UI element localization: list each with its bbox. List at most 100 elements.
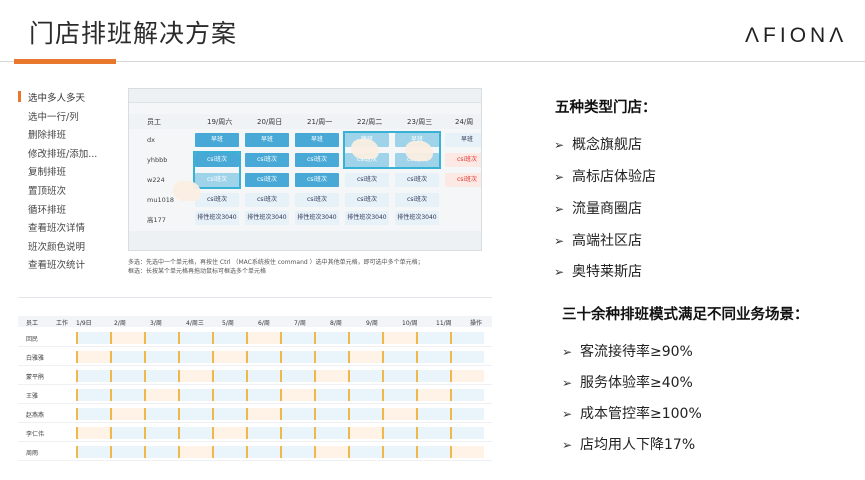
shift-cell[interactable] <box>348 332 382 344</box>
shift-cell[interactable]: csi班次 <box>245 173 289 187</box>
shift-cell[interactable] <box>144 332 178 344</box>
shift-cell[interactable]: 早班 <box>245 133 289 147</box>
shift-cell[interactable] <box>212 370 246 382</box>
shift-cell[interactable] <box>212 332 246 344</box>
shift-cell[interactable] <box>246 408 280 420</box>
shift-cell[interactable]: csi班次 <box>345 173 389 187</box>
shift-cell[interactable] <box>450 370 484 382</box>
shift-cell[interactable]: csi班次 <box>295 193 339 207</box>
shift-cell[interactable] <box>382 446 416 458</box>
shift-cell[interactable] <box>280 427 314 439</box>
shift-cell[interactable]: csi班次 <box>345 193 389 207</box>
shift-cell[interactable] <box>314 389 348 401</box>
shift-cell[interactable] <box>76 332 110 344</box>
shift-cell[interactable] <box>280 370 314 382</box>
shift-cell[interactable] <box>144 408 178 420</box>
shift-cell[interactable] <box>450 446 484 458</box>
shift-cell[interactable] <box>246 389 280 401</box>
shift-cell[interactable] <box>280 332 314 344</box>
shift-cell[interactable] <box>178 446 212 458</box>
menu-item-cycle[interactable]: 循环排班 <box>18 202 123 221</box>
shift-cell[interactable]: csi班次 <box>445 173 481 187</box>
shift-cell[interactable]: csi班次 <box>395 173 439 187</box>
shift-cell[interactable] <box>246 332 280 344</box>
shift-cell[interactable] <box>76 351 110 363</box>
shift-cell[interactable] <box>110 408 144 420</box>
shift-cell[interactable] <box>314 332 348 344</box>
shift-cell[interactable] <box>246 446 280 458</box>
shift-cell[interactable] <box>76 446 110 458</box>
shift-cell[interactable] <box>280 351 314 363</box>
shift-cell[interactable]: 排性班次3040 <box>195 211 239 225</box>
shift-cell[interactable] <box>212 446 246 458</box>
shift-cell[interactable] <box>212 351 246 363</box>
shift-cell[interactable] <box>348 351 382 363</box>
shift-cell[interactable]: csi班次 <box>395 193 439 207</box>
shift-cell[interactable] <box>382 427 416 439</box>
shift-cell[interactable]: csi班次 <box>445 153 481 167</box>
shift-cell[interactable] <box>348 370 382 382</box>
shift-cell[interactable]: 早班 <box>295 133 339 147</box>
menu-item-delete[interactable]: 删除排班 <box>18 127 123 146</box>
menu-item-pin[interactable]: 置顶班次 <box>18 183 123 202</box>
shift-cell[interactable] <box>110 351 144 363</box>
menu-item-details[interactable]: 查看班次详情 <box>18 220 123 239</box>
shift-cell[interactable] <box>246 370 280 382</box>
shift-cell[interactable] <box>212 427 246 439</box>
shift-cell[interactable]: csi班次 <box>295 153 339 167</box>
shift-cell[interactable] <box>382 332 416 344</box>
menu-item-colors[interactable]: 班次颜色说明 <box>18 239 123 258</box>
shift-cell[interactable] <box>348 408 382 420</box>
shift-cell[interactable] <box>76 370 110 382</box>
shift-cell[interactable]: 排性班次3040 <box>395 211 439 225</box>
shift-cell[interactable] <box>144 427 178 439</box>
shift-cell[interactable] <box>348 427 382 439</box>
shift-cell[interactable] <box>416 427 450 439</box>
shift-cell[interactable] <box>280 389 314 401</box>
shift-cell[interactable] <box>110 427 144 439</box>
shift-cell[interactable] <box>450 408 484 420</box>
shift-cell[interactable] <box>144 351 178 363</box>
shift-cell[interactable] <box>314 427 348 439</box>
shift-cell[interactable] <box>450 332 484 344</box>
shift-cell[interactable] <box>280 408 314 420</box>
shift-cell[interactable] <box>450 351 484 363</box>
shift-cell[interactable]: csi班次 <box>195 193 239 207</box>
shift-cell[interactable] <box>110 446 144 458</box>
shift-cell[interactable] <box>246 427 280 439</box>
shift-cell[interactable] <box>314 370 348 382</box>
shift-cell[interactable] <box>178 351 212 363</box>
shift-cell[interactable]: csi班次 <box>245 153 289 167</box>
shift-cell[interactable] <box>450 389 484 401</box>
shift-cell[interactable] <box>314 351 348 363</box>
shift-cell[interactable] <box>450 427 484 439</box>
shift-cell[interactable]: 排性班次3040 <box>245 211 289 225</box>
shift-cell[interactable] <box>348 389 382 401</box>
shift-cell[interactable] <box>76 427 110 439</box>
shift-cell[interactable] <box>212 389 246 401</box>
shift-cell[interactable] <box>280 446 314 458</box>
shift-cell[interactable] <box>212 408 246 420</box>
shift-cell[interactable]: 早班 <box>195 133 239 147</box>
shift-cell[interactable] <box>178 389 212 401</box>
menu-item-select-multi[interactable]: 选中多人多天 <box>18 90 123 109</box>
shift-cell[interactable] <box>314 446 348 458</box>
shift-cell[interactable] <box>144 370 178 382</box>
shift-cell[interactable] <box>178 408 212 420</box>
shift-cell[interactable] <box>178 427 212 439</box>
shift-cell[interactable] <box>110 370 144 382</box>
shift-cell[interactable] <box>382 389 416 401</box>
shift-cell[interactable] <box>110 389 144 401</box>
shift-cell[interactable] <box>178 332 212 344</box>
menu-item-select-row[interactable]: 选中一行/列 <box>18 109 123 128</box>
shift-cell[interactable] <box>76 408 110 420</box>
shift-cell[interactable] <box>382 351 416 363</box>
shift-cell[interactable] <box>144 446 178 458</box>
menu-item-copy[interactable]: 复制排班 <box>18 164 123 183</box>
shift-cell[interactable] <box>348 446 382 458</box>
shift-cell[interactable]: 排性班次3040 <box>345 211 389 225</box>
shift-cell[interactable] <box>416 332 450 344</box>
shift-cell[interactable] <box>416 408 450 420</box>
shift-cell[interactable] <box>382 370 416 382</box>
shift-cell[interactable]: 排性班次3040 <box>295 211 339 225</box>
